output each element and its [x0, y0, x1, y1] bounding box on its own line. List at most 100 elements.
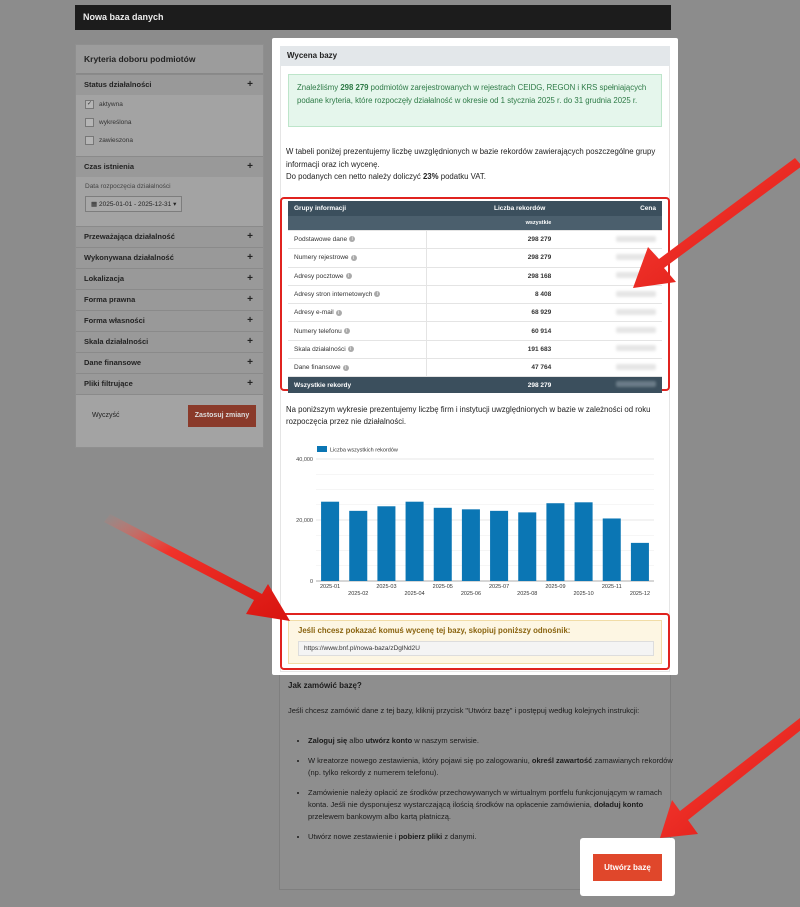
col-header-count: Liczba rekordów: [426, 201, 558, 216]
date-range-picker[interactable]: ▦ 2025-01-01 - 2025-12-31 ▾: [85, 196, 183, 212]
pricing-panel: Wycena bazy Znaleźliśmy 298 279 podmiotó…: [272, 38, 678, 675]
subheader-all: wszystkie: [426, 216, 558, 231]
section-5[interactable]: Skala działalności +: [76, 331, 263, 352]
chart-bar[interactable]: [433, 507, 452, 581]
blurred-price: [616, 308, 656, 315]
plus-icon: +: [247, 231, 253, 242]
apply-button[interactable]: Zastosuj zmiany: [188, 405, 256, 427]
chart-intro: Na poniższym wykresie prezentujemy liczb…: [286, 405, 651, 426]
plus-icon: +: [247, 161, 253, 172]
chart-bar[interactable]: [321, 501, 340, 581]
info-icon[interactable]: i: [335, 309, 342, 316]
y-tick-label: 40,000: [296, 457, 313, 463]
info-icon[interactable]: i: [350, 254, 357, 261]
blurred-price: [616, 363, 656, 370]
list-item: Zamówienie należy opłacić ze środków prz…: [308, 787, 678, 823]
blurred-price: [616, 327, 656, 334]
section-7[interactable]: Pliki filtrujące +: [76, 373, 263, 394]
pricing-table: Grupy informacji Liczba rekordów Cena ws…: [288, 201, 662, 394]
blurred-price: [616, 272, 656, 279]
section-4[interactable]: Forma własności +: [76, 310, 263, 331]
blurred-price: [616, 235, 656, 242]
chart-bar[interactable]: [405, 501, 424, 581]
clear-button[interactable]: Wyczyść: [92, 412, 120, 419]
panel-title: Wycena bazy: [280, 46, 670, 66]
col-header-groups: Grupy informacji: [288, 201, 427, 216]
y-tick-label: 0: [310, 579, 313, 585]
info-icon[interactable]: i: [349, 236, 356, 243]
x-tick-label: 2025-08: [517, 591, 537, 597]
chart-bar[interactable]: [574, 502, 593, 581]
table-row: Skala działalności i 191 683: [288, 340, 662, 360]
plus-icon: +: [247, 252, 253, 263]
table-row: Podstawowe dane i 298 279: [288, 230, 662, 250]
x-tick-label: 2025-11: [602, 584, 622, 590]
x-tick-label: 2025-05: [433, 584, 453, 590]
table-row: Numery rejestrowe i 298 279: [288, 248, 662, 268]
share-link-input[interactable]: [298, 641, 654, 656]
section-3[interactable]: Forma prawna +: [76, 289, 263, 310]
plus-icon: +: [247, 273, 253, 284]
share-title: Jeśli chcesz pokazać komuś wycenę tej ba…: [298, 626, 571, 635]
list-item: W kreatorze nowego zestawienia, który po…: [308, 755, 678, 779]
x-tick-label: 2025-04: [404, 591, 424, 597]
checkbox-icon[interactable]: [85, 117, 94, 127]
chart-bar[interactable]: [602, 518, 621, 581]
instructions-steps: Zaloguj się albo utwórz konto w naszym s…: [288, 735, 678, 851]
chart-bar[interactable]: [461, 509, 480, 581]
section-czas[interactable]: Czas istnienia +: [76, 156, 263, 177]
chart-bar[interactable]: [630, 542, 649, 581]
chart-bar[interactable]: [490, 510, 509, 581]
x-tick-label: 2025-07: [489, 584, 509, 590]
y-tick-label: 20,000: [296, 518, 313, 524]
table-intro: W tabeli poniżej prezentujemy liczbę uwz…: [286, 147, 656, 169]
date-label: Data rozpoczęcia działalności: [85, 183, 171, 190]
chart-bar[interactable]: [546, 503, 565, 581]
plus-icon: +: [247, 79, 253, 90]
sidebar-actions: Wyczyść Zastosuj zmiany: [76, 394, 263, 447]
section-status[interactable]: Status działalności +: [76, 74, 263, 95]
plus-icon: +: [247, 378, 253, 389]
plus-icon: +: [247, 294, 253, 305]
chart-bar[interactable]: [349, 510, 368, 581]
blurred-price: [616, 290, 656, 297]
plus-icon: +: [247, 357, 253, 368]
vat-note: Do podanych cen netto należy doliczyć 23…: [286, 172, 486, 181]
create-button-highlight: Utwórz bazę: [580, 838, 675, 896]
chart-bar[interactable]: [518, 512, 537, 581]
table-row: Adresy pocztowe i 298 168: [288, 267, 662, 286]
page-topbar: Nowa baza danych: [75, 5, 671, 30]
info-icon[interactable]: i: [342, 364, 349, 371]
info-icon[interactable]: i: [347, 346, 354, 353]
checkbox-icon[interactable]: [85, 135, 94, 145]
legend-swatch: [317, 446, 327, 452]
table-row: Adresy e-mail i 68 929: [288, 303, 662, 323]
share-box: Jeśli chcesz pokazać komuś wycenę tej ba…: [288, 620, 662, 664]
section-0[interactable]: Przeważająca działalność +: [76, 226, 263, 247]
list-item: Zaloguj się albo utwórz konto w naszym s…: [308, 735, 678, 747]
x-tick-label: 2025-12: [630, 591, 650, 597]
sidebar-title: Kryteria doboru podmiotów: [76, 45, 263, 74]
page-title: Nowa baza danych: [83, 12, 164, 22]
create-database-button[interactable]: Utwórz bazę: [593, 854, 662, 881]
info-icon[interactable]: i: [374, 291, 381, 298]
section-2[interactable]: Lokalizacja +: [76, 268, 263, 289]
info-icon[interactable]: i: [343, 327, 350, 334]
option-aktywna[interactable]: ✓ aktywna: [76, 95, 263, 113]
checkbox-checked-icon[interactable]: ✓: [85, 99, 94, 109]
chart-bar[interactable]: [377, 506, 396, 581]
section-1[interactable]: Wykonywana działalność +: [76, 247, 263, 268]
calendar-icon: ▦: [91, 201, 98, 208]
blurred-price: [616, 381, 656, 388]
section-6[interactable]: Dane finansowe +: [76, 352, 263, 373]
arrow-to-create: [660, 718, 800, 838]
option-wykreslona[interactable]: wykreślona: [76, 113, 263, 131]
x-tick-label: 2025-09: [545, 584, 565, 590]
info-icon[interactable]: i: [345, 273, 352, 280]
instructions-intro: Jeśli chcesz zamówić dane z tej bazy, kl…: [288, 706, 640, 715]
x-tick-label: 2025-01: [320, 584, 340, 590]
table-total-row: Wszystkie rekordy 298 279: [288, 376, 662, 394]
arrow-to-share: [104, 514, 290, 621]
option-zawieszona[interactable]: zawieszona: [76, 131, 263, 149]
summary-alert: Znaleźliśmy 298 279 podmiotów zarejestro…: [288, 74, 662, 127]
